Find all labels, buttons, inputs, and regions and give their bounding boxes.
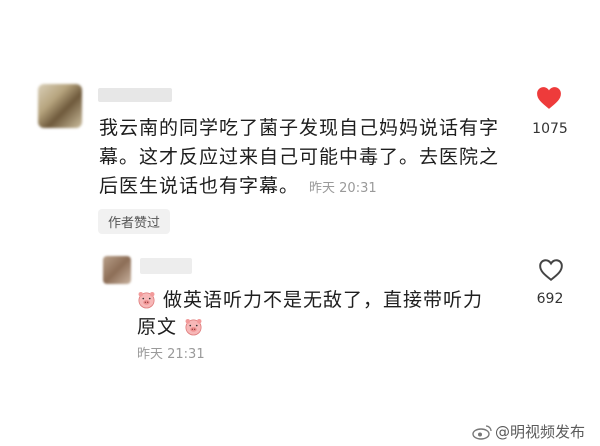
heart-outline-icon[interactable] xyxy=(538,258,564,282)
watermark-text: @明视频发布 xyxy=(495,423,586,441)
author-liked-badge: 作者赞过 xyxy=(98,209,171,234)
avatar[interactable] xyxy=(38,84,82,128)
reply-time: 昨天 21:31 xyxy=(137,347,205,362)
reply-body-line1: 做英语听力不是无敌了，直接带听力 xyxy=(163,289,484,311)
reply-body-line2: 原文 xyxy=(137,316,178,338)
pig-face-icon xyxy=(138,291,155,309)
reply-like-count: 692 xyxy=(536,291,564,307)
username-blurred[interactable] xyxy=(98,88,172,102)
reply-avatar[interactable] xyxy=(103,256,131,284)
comment-text: 我云南的同学吃了菌子发现自己妈妈说话有字幕。这才反应过来自己可能中毒了。去医院之… xyxy=(99,114,514,203)
weibo-icon xyxy=(472,424,492,440)
reply-username-blurred[interactable] xyxy=(140,258,192,274)
comment-time: 昨天 20:31 xyxy=(309,181,377,196)
heart-filled-icon[interactable] xyxy=(536,86,562,110)
comment-body: 我云南的同学吃了菌子发现自己妈妈说话有字幕。这才反应过来自己可能中毒了。去医院之… xyxy=(99,117,500,197)
pig-face-icon xyxy=(185,318,202,336)
like-count: 1075 xyxy=(532,121,568,137)
reply-text: 做英语听力不是无敌了，直接带听力 原文 xyxy=(137,287,507,341)
watermark: @明视频发布 xyxy=(472,421,585,442)
